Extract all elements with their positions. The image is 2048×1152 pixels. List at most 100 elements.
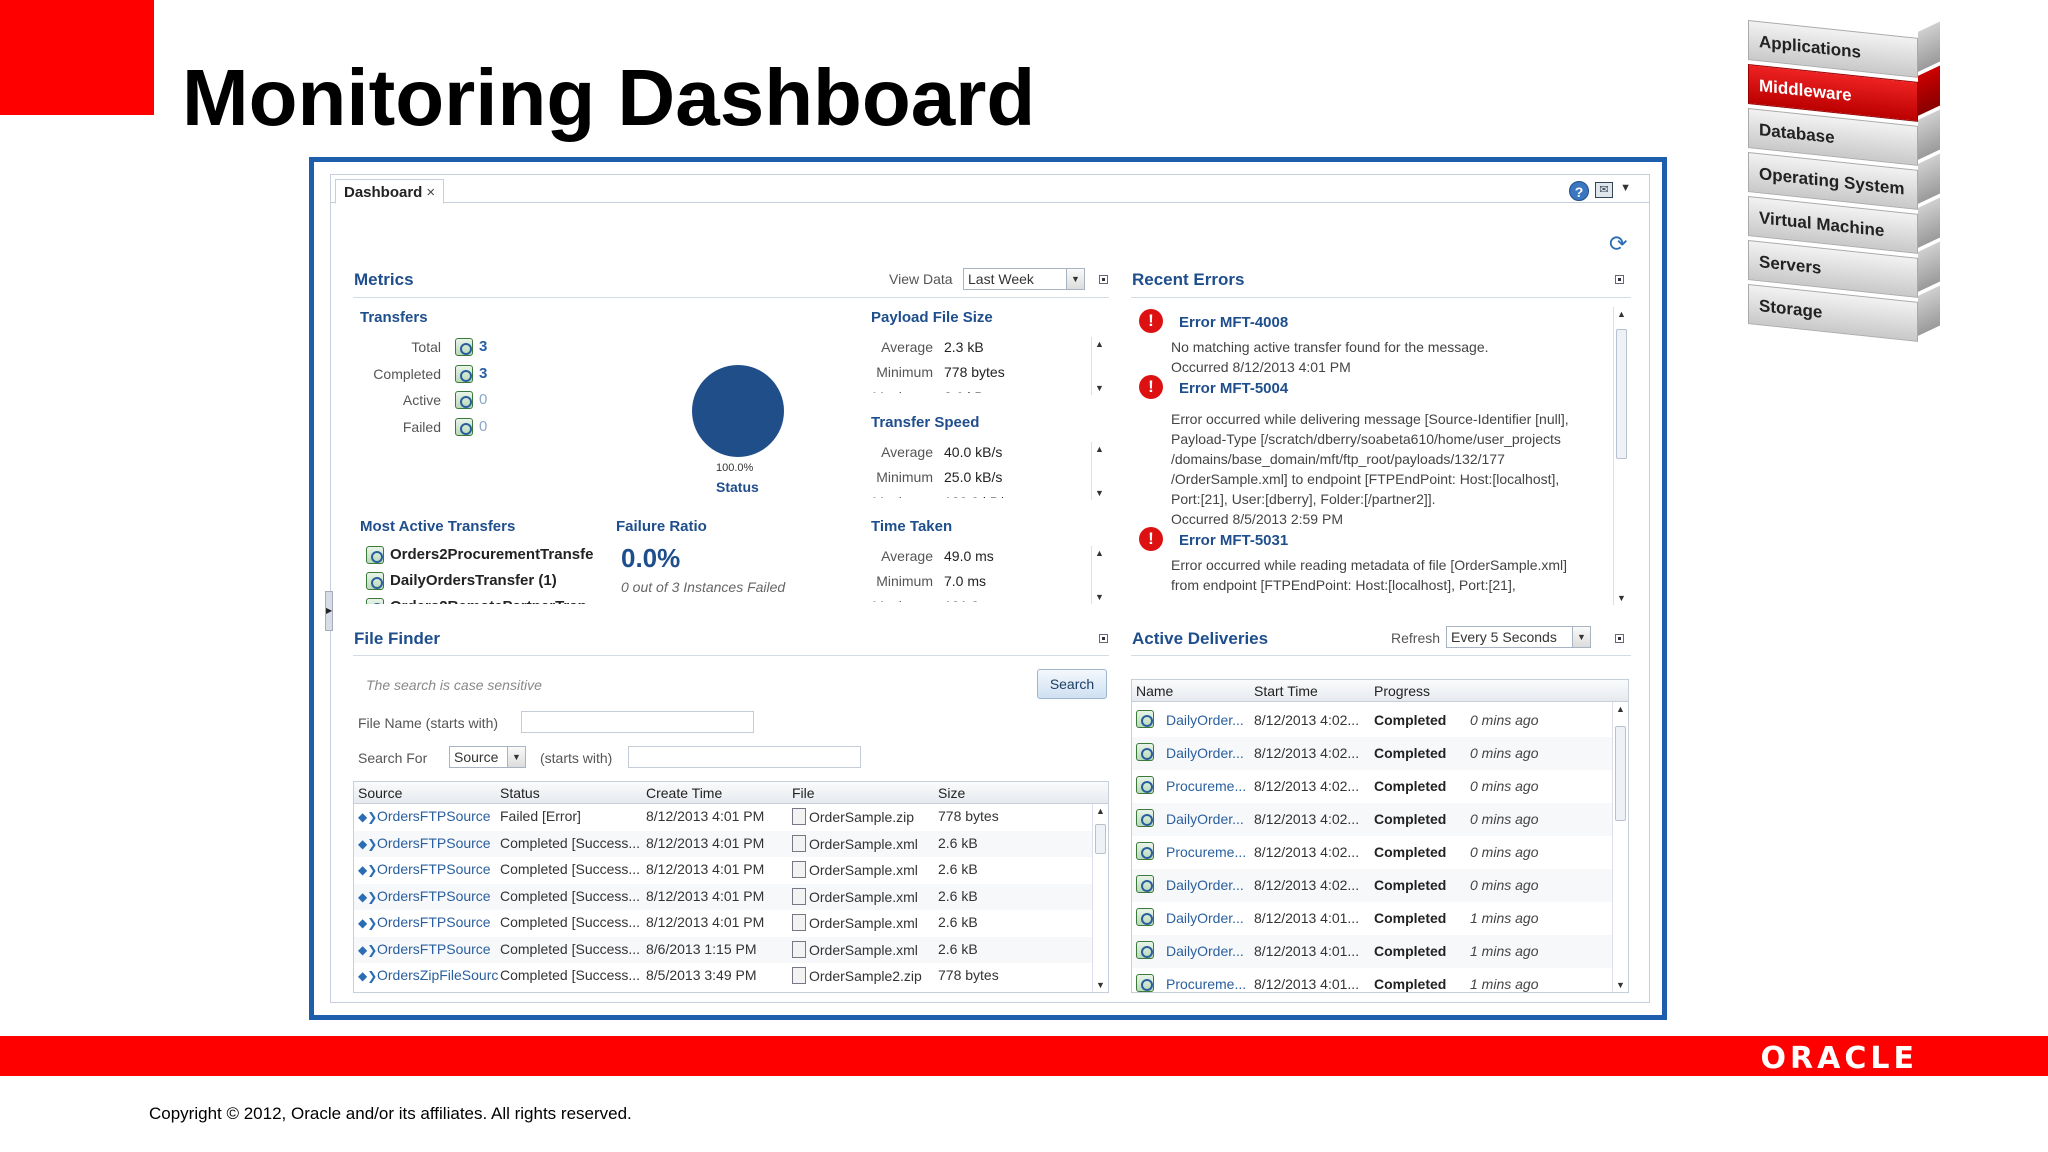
transfer-count-link[interactable]: 0 bbox=[479, 418, 487, 435]
delivery-name-link[interactable]: DailyOrder... bbox=[1166, 712, 1250, 728]
cell-text: Completed [Success... bbox=[500, 940, 641, 957]
column-header[interactable]: Status bbox=[500, 785, 540, 801]
speed-scrollbar[interactable]: ▲ ▼ bbox=[1091, 442, 1107, 500]
transfer-total-label: Total bbox=[411, 339, 441, 355]
panel-collapse-handle[interactable]: ▶ bbox=[325, 591, 333, 631]
error-code-link[interactable]: Error MFT-5031 bbox=[1179, 532, 1288, 549]
table-row[interactable]: DailyOrder... 8/12/2013 4:02... Completed 0… bbox=[1132, 704, 1612, 737]
table-row[interactable]: ◆❯OrdersFTPSource Completed [Success... 8/… bbox=[354, 883, 1092, 910]
error-code-link[interactable]: Error MFT-4008 bbox=[1179, 314, 1288, 331]
scroll-up-icon[interactable]: ▲ bbox=[1095, 339, 1104, 349]
scroll-thumb[interactable] bbox=[1616, 329, 1627, 459]
transfer-count-link[interactable]: 3 bbox=[479, 365, 487, 382]
transfer-count-link[interactable]: 0 bbox=[479, 391, 487, 408]
help-icon[interactable]: ? bbox=[1569, 181, 1589, 201]
scroll-down-icon[interactable]: ▼ bbox=[1095, 383, 1104, 393]
scroll-down-icon[interactable]: ▼ bbox=[1096, 980, 1105, 990]
time-scrollbar[interactable]: ▲ ▼ bbox=[1091, 546, 1107, 604]
scroll-down-icon[interactable]: ▼ bbox=[1095, 488, 1104, 498]
technology-stack-graphic: Applications Middleware Database Operating … bbox=[1748, 20, 1962, 370]
view-data-select[interactable]: Last Week ▼ bbox=[963, 268, 1085, 290]
most-active-transfer-link[interactable]: Orders2RemotePartnerTran bbox=[390, 598, 587, 604]
scroll-down-icon[interactable]: ▼ bbox=[1617, 593, 1626, 603]
table-row[interactable]: Procureme... 8/12/2013 4:01... Completed 1 … bbox=[1132, 968, 1612, 992]
tab-dashboard[interactable]: Dashboard × bbox=[335, 179, 445, 204]
table-row[interactable]: Procureme... 8/12/2013 4:02... Completed 0 … bbox=[1132, 836, 1612, 869]
column-header[interactable]: Start Time bbox=[1254, 683, 1318, 699]
scroll-down-icon[interactable]: ▼ bbox=[1616, 980, 1625, 990]
refresh-icon[interactable]: ⟳ bbox=[1609, 233, 1631, 255]
mail-icon[interactable]: ✉ bbox=[1595, 182, 1613, 198]
transfer-icon[interactable] bbox=[455, 417, 473, 436]
delivery-name-link[interactable]: DailyOrder... bbox=[1166, 910, 1250, 926]
cell-text: Completed [Success... bbox=[500, 914, 641, 930]
table-row[interactable]: ◆❯OrdersFTPSource Failed [Error] 8/12/2013… bbox=[354, 804, 1092, 830]
search-for-select[interactable]: Source ▼ bbox=[449, 746, 526, 768]
delivery-name-link[interactable]: Procureme... bbox=[1166, 778, 1250, 794]
table-row[interactable]: DailyOrder... 8/12/2013 4:02... Completed 0… bbox=[1132, 869, 1612, 902]
scroll-up-icon[interactable]: ▲ bbox=[1095, 444, 1104, 454]
table-cell: Completed [Success... bbox=[500, 967, 644, 983]
scroll-down-icon[interactable]: ▼ bbox=[1095, 592, 1104, 602]
table-row[interactable]: DailyOrder... 8/12/2013 4:01... Completed 1… bbox=[1132, 935, 1612, 968]
source-link[interactable]: ◆❯OrdersFTPSource bbox=[358, 835, 498, 851]
column-header[interactable]: Name bbox=[1136, 683, 1173, 699]
most-active-transfer-link[interactable]: DailyOrdersTransfer (1) bbox=[390, 572, 557, 589]
delivery-name-link[interactable]: Procureme... bbox=[1166, 976, 1250, 992]
delivery-name-link[interactable]: DailyOrder... bbox=[1166, 877, 1250, 893]
transfer-count-link[interactable]: 3 bbox=[479, 338, 487, 355]
column-header[interactable]: File bbox=[792, 785, 815, 801]
table-scrollbar[interactable]: ▲ ▼ bbox=[1612, 702, 1628, 992]
column-header[interactable]: Create Time bbox=[646, 785, 722, 801]
delivery-name-link[interactable]: DailyOrder... bbox=[1166, 745, 1250, 761]
search-button[interactable]: Search bbox=[1037, 669, 1107, 699]
source-link[interactable]: ◆❯OrdersFTPSource bbox=[358, 888, 498, 904]
maximize-icon[interactable] bbox=[1099, 634, 1108, 643]
scroll-up-icon[interactable]: ▲ bbox=[1616, 704, 1625, 714]
errors-scrollbar[interactable]: ▲ ▼ bbox=[1613, 307, 1629, 605]
column-header[interactable]: Progress bbox=[1374, 683, 1430, 699]
source-link[interactable]: ◆❯OrdersFTPSource bbox=[358, 914, 498, 930]
tab-close-icon[interactable]: × bbox=[426, 184, 435, 201]
error-code-link[interactable]: Error MFT-5004 bbox=[1179, 380, 1288, 397]
table-row[interactable]: ◆❯OrdersZipFileSourc Completed [Success..… bbox=[354, 963, 1092, 989]
table-row[interactable]: ◆❯OrdersFTPSource Completed [Success... 8/… bbox=[354, 936, 1092, 963]
most-active-transfer-link[interactable]: Orders2ProcurementTransfe bbox=[390, 546, 593, 563]
scroll-up-icon[interactable]: ▲ bbox=[1617, 309, 1626, 319]
table-row[interactable]: DailyOrder... 8/12/2013 4:01... Completed 1… bbox=[1132, 902, 1612, 935]
refresh-interval-select[interactable]: Every 5 Seconds ▼ bbox=[1446, 626, 1591, 648]
source-link[interactable]: ◆❯OrdersFTPSource bbox=[358, 861, 498, 877]
maximize-icon[interactable] bbox=[1615, 275, 1624, 284]
search-for-input[interactable] bbox=[628, 746, 861, 768]
table-row[interactable]: DailyOrder... 8/12/2013 4:02... Completed 0… bbox=[1132, 737, 1612, 770]
transfer-icon[interactable] bbox=[455, 338, 473, 356]
table-row[interactable]: ◆❯OrdersFTPSource Completed [Success... 8/… bbox=[354, 857, 1092, 883]
payload-scrollbar[interactable]: ▲ ▼ bbox=[1091, 337, 1107, 395]
transfer-icon[interactable] bbox=[455, 391, 473, 409]
column-header[interactable]: Size bbox=[938, 785, 965, 801]
menu-caret-icon[interactable]: ▼ bbox=[1620, 182, 1631, 194]
delivery-name-link[interactable]: Procureme... bbox=[1166, 844, 1250, 860]
table-row[interactable]: ◆❯OrdersFTPSource Completed [Success... 8/… bbox=[354, 830, 1092, 857]
scroll-up-icon[interactable]: ▲ bbox=[1096, 806, 1105, 816]
source-link[interactable]: ◆❯OrdersZipFileSourc bbox=[358, 967, 498, 983]
table-row[interactable]: ◆❯OrdersFTPSource Completed [Success... 8/… bbox=[354, 910, 1092, 936]
scroll-up-icon[interactable]: ▲ bbox=[1095, 548, 1104, 558]
file-name-input[interactable] bbox=[521, 711, 754, 733]
scroll-thumb[interactable] bbox=[1095, 824, 1106, 854]
column-header[interactable]: Source bbox=[358, 785, 402, 801]
transfer-icon[interactable] bbox=[455, 364, 473, 383]
table-row[interactable]: DailyOrder... 8/12/2013 4:02... Completed 0… bbox=[1132, 803, 1612, 836]
maximize-icon[interactable] bbox=[1615, 634, 1624, 643]
source-link[interactable]: ◆❯OrdersFTPSource bbox=[358, 808, 498, 824]
scroll-thumb[interactable] bbox=[1615, 726, 1626, 821]
table-row[interactable]: Procureme... 8/12/2013 4:02... Completed 0 … bbox=[1132, 770, 1612, 803]
maximize-icon[interactable] bbox=[1099, 275, 1108, 284]
delivery-name-link[interactable]: DailyOrder... bbox=[1166, 943, 1250, 959]
delivery-name-link[interactable]: DailyOrder... bbox=[1166, 811, 1250, 827]
source-link[interactable]: ◆❯OrdersFTPSource bbox=[358, 941, 498, 957]
failure-ratio-value: 0.0% bbox=[621, 543, 681, 573]
table-cell: OrderSample.xml bbox=[792, 861, 934, 878]
cell-text: 8/12/2013 4:01 PM bbox=[646, 914, 765, 930]
table-scrollbar[interactable]: ▲ ▼ bbox=[1092, 804, 1108, 992]
